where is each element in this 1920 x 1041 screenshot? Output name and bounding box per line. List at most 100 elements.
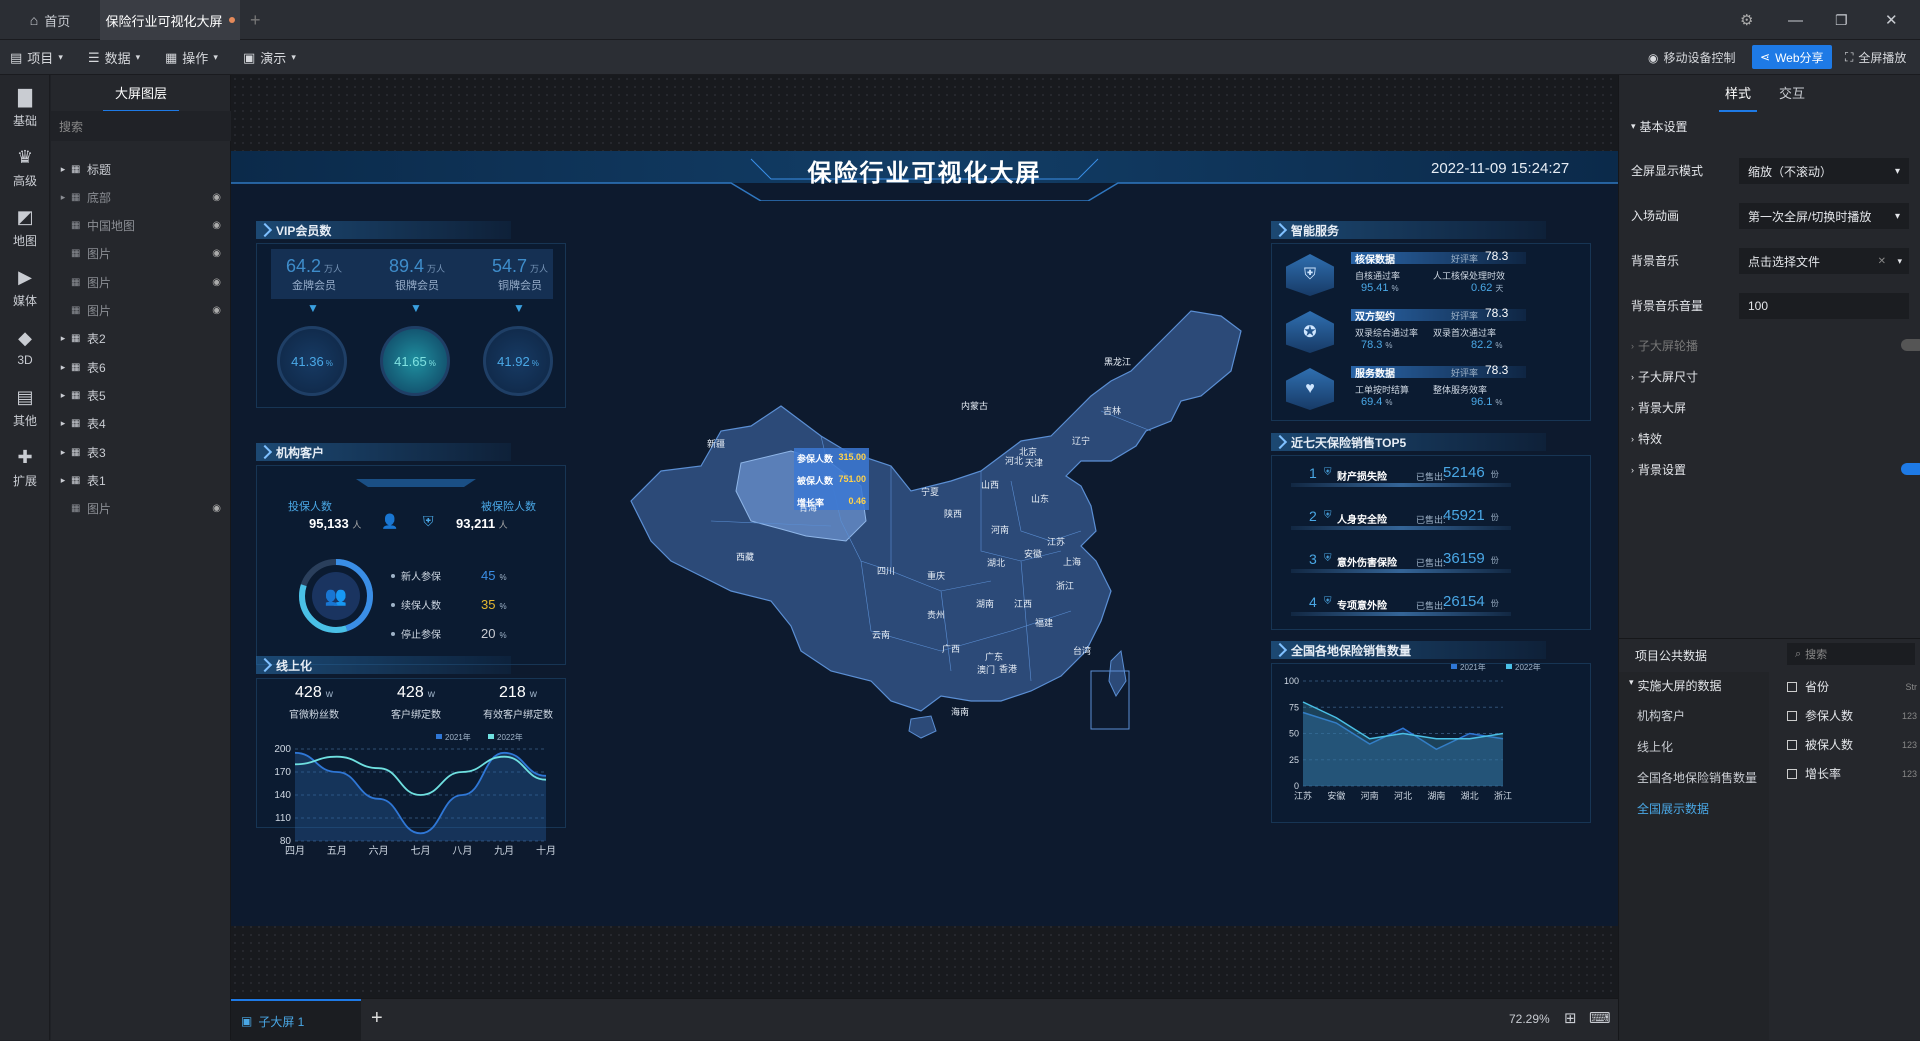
chevron-down-icon: ▾ (213, 52, 218, 62)
vip-panel-title: VIP会员数 (256, 221, 511, 239)
layer-label: 表5 (87, 388, 106, 403)
clear-icon[interactable]: ✕ (1878, 256, 1886, 267)
collapsible-section[interactable]: › 背景大屏 (1631, 399, 1686, 416)
y-tick-label: 50 (1289, 729, 1299, 739)
minimize-icon[interactable]: — (1788, 0, 1808, 40)
series-area (295, 752, 546, 841)
home-icon: ⌂ (29, 12, 39, 28)
layer-label: 表1 (87, 473, 106, 488)
collapsible-section[interactable]: › 子大屏尺寸 (1631, 368, 1698, 385)
legend-value: 35% (481, 597, 507, 612)
series-area (1303, 702, 1503, 786)
tab-interaction[interactable]: 交互 (1779, 83, 1805, 102)
collapsible-section[interactable]: › 子大屏轮播 (1631, 337, 1920, 354)
data-field[interactable]: 参保人数 123 (1787, 707, 1917, 724)
close-icon[interactable]: ✕ (1885, 0, 1905, 40)
layer-item[interactable]: ▸ ▦ 表4 (51, 410, 231, 438)
data-item[interactable]: 全国展示数据 (1637, 800, 1709, 817)
setting-select[interactable]: 第一次全屏/切换时播放 ▾ (1739, 203, 1909, 229)
tab-style[interactable]: 样式 (1719, 83, 1758, 112)
x-tick-label: 安徽 (1327, 790, 1345, 801)
layer-item[interactable]: ▸ ▦ 底部 ◉ (51, 183, 231, 211)
layer-item[interactable]: ▦ 中国地图 ◉ (51, 212, 231, 240)
setting-select[interactable]: 点击选择文件 ✕ ▾ (1739, 248, 1909, 274)
toggle-switch[interactable] (1901, 339, 1920, 351)
add-tab-button[interactable]: + (250, 0, 270, 40)
data-item[interactable]: 机构客户 (1637, 707, 1685, 724)
dashboard-screen[interactable]: 保险行业可视化大屏 2022-11-09 15:24:27 VIP会员数 机构客… (231, 151, 1618, 926)
online-stat: 218 w 有效客户绑定数 (483, 684, 553, 721)
layer-item[interactable]: ▸ ▦ 标题 (51, 155, 231, 183)
layer-item[interactable]: ▸ ▦ 表1 (51, 466, 231, 494)
mobile-control-button[interactable]: ◉ 移动设备控制 (1648, 40, 1736, 75)
layer-item[interactable]: ▦ 图片 ◉ (51, 495, 231, 523)
collapsible-section[interactable]: › 背景设置 (1631, 461, 1920, 478)
sidebar-item-3d[interactable]: ◆ 3D (0, 320, 50, 375)
settings-gear-icon[interactable]: ⚙ (1740, 0, 1760, 40)
org-bar-decoration (356, 479, 476, 487)
media-icon: ▶ (18, 266, 32, 287)
x-tick-label: 七月 (411, 845, 431, 856)
eye-icon[interactable]: ◉ (212, 503, 221, 514)
layer-item[interactable]: ▦ 图片 ◉ (51, 240, 231, 268)
legend-label: 2021年 (1460, 662, 1486, 672)
layer-item[interactable]: ▦ 图片 ◉ (51, 297, 231, 325)
toggle-switch[interactable] (1901, 463, 1920, 475)
zoom-level[interactable]: 72.29% (1509, 1012, 1550, 1026)
section-basic-settings[interactable]: ▾ 基本设置 (1631, 118, 1688, 135)
checkbox-icon[interactable] (1787, 739, 1797, 750)
eye-icon[interactable]: ◉ (212, 305, 221, 316)
y-tick-label: 110 (275, 813, 291, 824)
fullscreen-button[interactable]: ⛶ 全屏播放 (1845, 40, 1906, 75)
data-search-input[interactable]: ⌕ 搜索 (1787, 643, 1915, 665)
map-label: 辽宁 (1072, 436, 1091, 446)
layers-search-input[interactable]: 搜索 (51, 111, 231, 141)
data-field[interactable]: 省份 Str (1787, 678, 1917, 695)
sidebar-item-media[interactable]: ▶ 媒体 (0, 260, 50, 315)
sub-screen-tab[interactable]: ▣ 子大屏 1 (231, 999, 361, 1041)
setting-select[interactable]: 缩放（不滚动） ▾ (1739, 158, 1909, 184)
eye-icon[interactable]: ◉ (212, 277, 221, 288)
data-item[interactable]: 线上化 (1637, 738, 1673, 755)
layer-item[interactable]: ▦ 图片 ◉ (51, 268, 231, 296)
restore-icon[interactable]: ❐ (1835, 0, 1855, 40)
eye-icon[interactable]: ◉ (212, 248, 221, 259)
checkbox-icon[interactable] (1787, 681, 1797, 692)
data-group[interactable]: ▾ 实施大屏的数据 (1629, 677, 1722, 694)
data-field[interactable]: 增长率 123 (1787, 765, 1917, 782)
share-icon: ⋖ (1760, 50, 1771, 64)
menu-data[interactable]: ☰ 数据 ▾ (88, 40, 140, 75)
legend-item: 续保人数 35% (391, 597, 541, 612)
sidebar-item-extend[interactable]: ✚ 扩展 (0, 440, 50, 495)
fit-screen-icon[interactable]: ⊞ (1564, 1009, 1577, 1027)
setting-select[interactable]: 100 (1739, 293, 1909, 319)
top5-name: 专项意外险 (1337, 601, 1387, 612)
cube-icon: ◆ (18, 328, 32, 348)
add-sub-screen-button[interactable]: + (371, 1007, 383, 1030)
keyboard-icon[interactable]: ⌨ (1589, 1009, 1611, 1027)
eye-icon[interactable]: ◉ (212, 220, 221, 231)
sidebar-item-basic[interactable]: ▇ 基础 (0, 80, 50, 135)
menu-project[interactable]: ▤ 项目 ▾ (10, 40, 63, 75)
score-value: 78.3 (1485, 249, 1509, 263)
arrow-down-icon: ▼ (307, 301, 319, 315)
sidebar-item-map[interactable]: ◩ 地图 (0, 200, 50, 255)
data-item[interactable]: 全国各地保险销售数量 (1637, 769, 1757, 786)
tab-home[interactable]: ⌂ 首页 (0, 0, 100, 40)
sidebar-item-advanced[interactable]: ♛ 高级 (0, 140, 50, 195)
sidebar-item-other[interactable]: ▤ 其他 (0, 380, 50, 435)
layer-item[interactable]: ▸ ▦ 表3 (51, 438, 231, 466)
menu-demo[interactable]: ▣ 演示 ▾ (243, 40, 296, 75)
web-share-button[interactable]: ⋖ Web分享 (1752, 45, 1832, 69)
eye-icon[interactable]: ◉ (212, 192, 221, 203)
data-field[interactable]: 被保人数 123 (1787, 736, 1917, 753)
user-icon: 👤 (381, 513, 399, 529)
layer-item[interactable]: ▸ ▦ 表6 (51, 353, 231, 381)
layer-item[interactable]: ▸ ▦ 表5 (51, 381, 231, 409)
tab-active-project[interactable]: 保险行业可视化大屏 (100, 0, 240, 40)
menu-operation[interactable]: ▦ 操作 ▾ (165, 40, 218, 75)
collapsible-section[interactable]: › 特效 (1631, 430, 1662, 447)
checkbox-icon[interactable] (1787, 768, 1797, 779)
checkbox-icon[interactable] (1787, 710, 1797, 721)
layer-item[interactable]: ▸ ▦ 表2 (51, 325, 231, 353)
